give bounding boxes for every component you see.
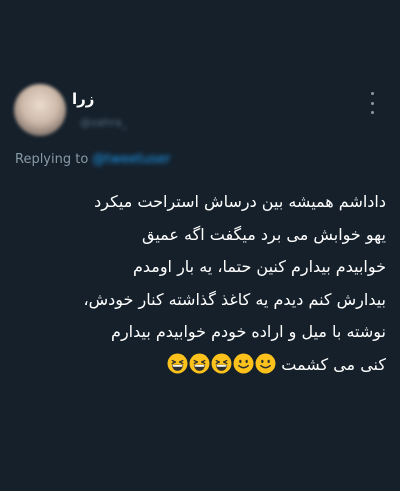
author-handle[interactable]: @zahra_	[80, 116, 127, 129]
tweet-line: کنی می کشمت	[281, 354, 386, 374]
tweet-line: یهو خوابش می برد میگفت اگه عمیق	[141, 224, 386, 244]
slightly-smiling-face-icon	[255, 353, 276, 373]
replying-to: Replying to @tweetuser	[15, 152, 170, 167]
avatar[interactable]	[14, 84, 66, 136]
tweet-line: داداشم همیشه بین درساش استراحت میکرد	[94, 192, 386, 211]
tweet-last-line: کنی می کشمت	[14, 349, 386, 382]
slightly-smiling-face-icon	[233, 353, 254, 373]
tweet-card: زرا @zahra_ Replying to @tweetuser داداشم…	[0, 0, 400, 491]
tweet-text: داداشم همیشه بین درساش استراحت میکرد یهو…	[14, 186, 386, 381]
emoji-row	[166, 353, 276, 374]
grinning-squinting-face-icon	[167, 353, 188, 373]
author-name[interactable]: زرا	[72, 90, 94, 108]
tweet-line: بیدارش کنم دیدم یه کاغذ گذاشته کنار خودش…	[83, 289, 386, 309]
tweet-line: خوابیدم بیدارم کنین حتما، یه بار اومدم	[132, 257, 386, 276]
tweet-line: نوشته با میل و اراده خودم خوابیدم بیدارم	[111, 322, 386, 341]
grinning-squinting-face-icon	[211, 353, 232, 373]
grinning-squinting-face-icon	[189, 353, 210, 373]
more-options-icon[interactable]	[366, 92, 378, 114]
replying-to-user[interactable]: @tweetuser	[92, 152, 170, 167]
replying-to-label: Replying to	[15, 152, 89, 167]
